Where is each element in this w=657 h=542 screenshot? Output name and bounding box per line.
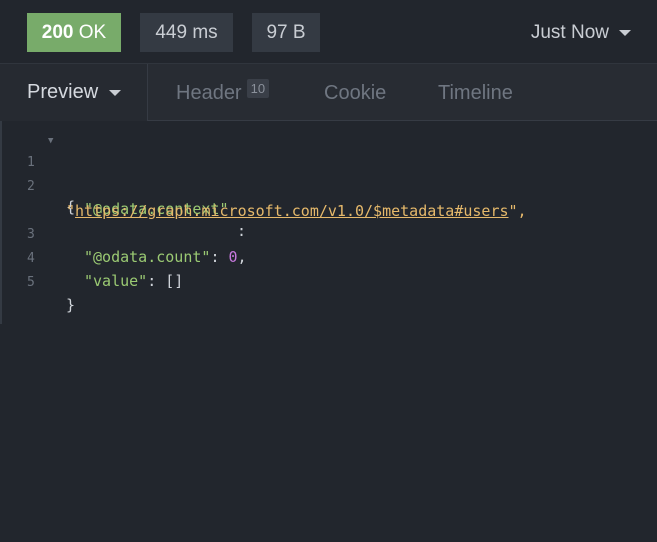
chevron-down-icon: [109, 89, 122, 96]
line-number: 5: [27, 275, 35, 290]
header-count-badge: 10: [246, 79, 270, 98]
tab-preview[interactable]: Preview: [0, 64, 148, 121]
code-line: 4 "value": []: [0, 226, 657, 290]
json-brace-close: }: [66, 296, 76, 314]
response-tabs: Preview Header 10 Cookie Timeline: [0, 64, 657, 121]
chevron-down-icon: [619, 29, 631, 36]
code-line: 3 "@odata.count": 0,: [0, 202, 657, 266]
response-status-bar: 200 OK 449 ms 97 B Just Now: [0, 0, 657, 64]
response-history-dropdown[interactable]: Just Now: [531, 13, 631, 52]
response-time-badge: 449 ms: [140, 13, 233, 52]
tab-cookie[interactable]: Cookie: [324, 64, 386, 121]
json-key: "value": [84, 272, 148, 290]
tab-preview-label: Preview: [27, 81, 99, 103]
status-code: 200: [41, 22, 74, 43]
json-array-value: []: [165, 272, 184, 290]
fold-arrow-icon[interactable]: ▼: [48, 130, 53, 152]
response-size-badge: 97 B: [252, 13, 320, 52]
json-colon: :: [147, 272, 166, 290]
response-history-label: Just Now: [530, 22, 609, 43]
code-line-wrap: "https://graph.microsoft.com/v1.0/$metad…: [0, 178, 657, 220]
code-line: 5 }: [0, 250, 657, 314]
tab-header-label: Header: [176, 82, 242, 104]
status-text: OK: [78, 22, 107, 43]
tab-timeline[interactable]: Timeline: [438, 64, 513, 121]
tab-header[interactable]: Header 10: [176, 64, 270, 121]
status-code-badge: 200 OK: [27, 13, 121, 52]
code-line: 2 "@odata.context" :: [0, 154, 657, 240]
json-entry: "value": []: [84, 270, 183, 292]
code-line: 1 ▼ {: [0, 130, 657, 216]
response-pane: 200 OK 449 ms 97 B Just Now Preview Head…: [0, 0, 657, 542]
